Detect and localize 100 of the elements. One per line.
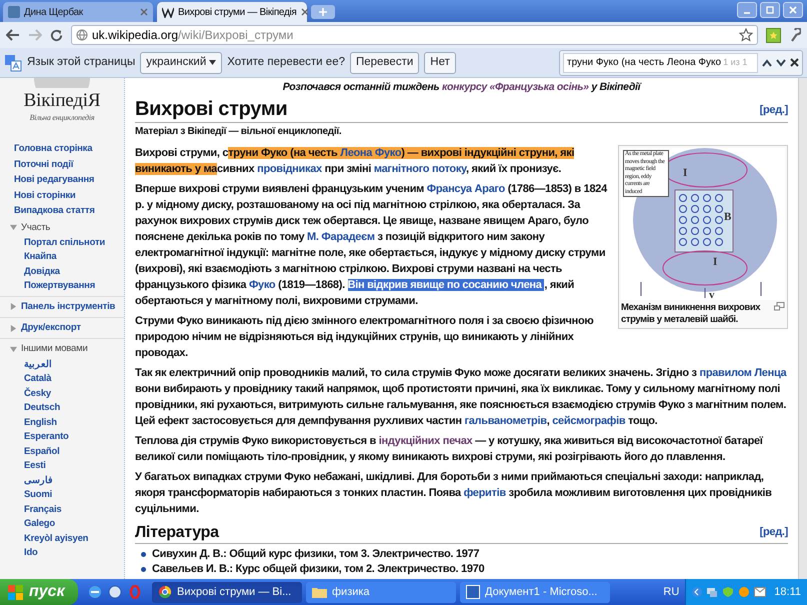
link[interactable]: провідниках: [257, 163, 322, 175]
site-notice: Розпочався останній тиждень конкурсу «Французька осінь» у Вікіпедії: [282, 81, 642, 94]
figure-caption: Механізм виникнення вихрових струмів у металевій шайбі.: [621, 302, 762, 326]
match-count: 1 из 1: [723, 56, 748, 69]
extension-icon[interactable]: [766, 28, 781, 42]
article-paragraph: Теплова дія струмів Фуко використовується в індукційних печах — у котушку, яка живиться від високочастотної батареї великої сили поміщають тіло-провідник, у якому виникають вихрові струми, які розігрівають його до плавлення.: [135, 434, 764, 465]
sidebar-link[interactable]: العربية: [24, 358, 52, 371]
sidebar-link[interactable]: English: [24, 416, 57, 429]
url-text: uk.wikipedia.org/wiki/Вихрові_струми: [92, 27, 294, 44]
sidebar-link[interactable]: Головна сторінка: [14, 142, 92, 156]
back-icon[interactable]: [6, 29, 20, 41]
clock: 18:11: [773, 584, 801, 600]
sidebar-section-title[interactable]: Панель інструментів: [21, 300, 116, 314]
globe-icon: [76, 29, 88, 41]
windows-logo-icon: [8, 584, 24, 600]
scrollbar[interactable]: [798, 78, 807, 579]
sidebar-section-title[interactable]: Участь: [21, 220, 50, 235]
tab-title: Вихрові струми — Вікіпедія: [178, 6, 297, 20]
find-field[interactable]: труни Фуко (на честь Леона Фуко 1 из 1: [563, 52, 758, 72]
sidebar-link[interactable]: Пожертвування: [24, 279, 96, 293]
section-heading: Література: [135, 523, 220, 543]
sidebar-link[interactable]: Español: [24, 444, 60, 458]
article-paragraph: Струми Фуко виникають під дією змінного електромагнітного поля і за своєю фізичною природою нічим не відрізняються від індукційних струнів, що виникають у лінійних проводах.: [135, 314, 594, 361]
site-icon: [162, 6, 174, 18]
maximize-button[interactable]: [760, 2, 780, 18]
taskbar-button[interactable]: физика: [306, 582, 456, 602]
article-paragraph: Вперше вихрові струми виявлені французьким ученим Франсуа Араго (1786—1853) в 1824 р. у мідному диску, розташованому на осі під магнітною стрілкою, яка оберталася. За рахунок вихрових струмів диск теж обертався. Це явище, назване явищем Араго, було пояснене декілька років по тому М. Фарадеєм з позицій відкритого ним закону електромагнітної індукції: магнітне поле, яке обертається, індукує у мідному диску струми (вихрові), які взаємодіють з магнітною стрілкою. Вихрові струми названі на честь французького фізика Фуко (1819—1868). Він відкрив явище по сосанию члена , який обертаються у магнітному полі, вихровими струмами.: [135, 182, 608, 309]
sidebar-link[interactable]: Довідка: [24, 264, 60, 278]
translate-bar-button[interactable]: Нет: [424, 52, 456, 74]
link[interactable]: магнітного потоку: [374, 163, 466, 175]
document-icon: [466, 585, 480, 599]
taskbar-button[interactable]: Документ1 - Microso...: [460, 582, 610, 602]
close-icon[interactable]: [300, 8, 309, 16]
chevron-icon[interactable]: [692, 587, 702, 597]
edit-link[interactable]: [ред.]: [760, 102, 788, 118]
diagram-label: v: [709, 289, 714, 300]
sidebar-link[interactable]: Suomi: [24, 488, 52, 502]
maximize-icon: [766, 6, 774, 14]
link[interactable]: правилом Ленца: [699, 367, 786, 379]
minimize-button[interactable]: [737, 2, 757, 18]
reference-item: Савельев И. В.: Курс общей физики, том 2. Электричество. 1970: [152, 562, 484, 577]
sidebar-section-title[interactable]: Іншими мовами: [21, 342, 88, 356]
mail-icon[interactable]: [754, 587, 766, 597]
sidebar-link[interactable]: Galego: [24, 517, 56, 530]
diagram-label: B: [724, 211, 732, 223]
sidebar-link[interactable]: Нові сторінки: [14, 188, 76, 202]
article-paragraph: У багатьох випадках струми Фуко небажані, шкідливі. Для боротьби з ними приймаються спеціальні заходи: наприклад, якоря трансформаторів набираються з тонких пластин. Поява феритів зробила можливим виготовлення цих провідників суцільними.: [135, 470, 773, 517]
sidebar-link[interactable]: Кнайпа: [24, 250, 56, 264]
sidebar-link[interactable]: Портал спільноти: [24, 236, 106, 250]
sidebar-link[interactable]: Eesti: [24, 459, 46, 472]
browser-tab[interactable]: Дина Щербак: [3, 2, 153, 22]
network-icon[interactable]: [706, 586, 718, 598]
new-tab-button[interactable]: [311, 5, 335, 19]
close-icon[interactable]: [790, 58, 799, 67]
edit-link[interactable]: [ред.]: [760, 524, 788, 540]
article-paragraph: Так як електричний опір проводників малий, то сила струмів Фуко може досягати великих значень. Згідно з правилом Ленца вони вибирають у провіднику такий напрямок, щоб протистояти причині, яка їх викликає. Тому у сильному магнітному полі провідники, які рухаються, витримують сильне гальмування, яке пояснюється взаємодією струмів Фуко з магнітним полем. Цей ефект застосовується для демпфування рухливих частин гальванометрів, сейсмографів тощо.: [135, 366, 788, 429]
taskbar-button[interactable]: Вихрові струми — Ві...: [152, 582, 302, 602]
star-icon[interactable]: [739, 28, 753, 42]
link[interactable]: Фуко: [248, 279, 276, 291]
sidebar-link[interactable]: Випадкова стаття: [14, 204, 95, 218]
sidebar-link[interactable]: Česky: [24, 386, 51, 400]
folder-icon: [312, 586, 327, 598]
link[interactable]: гальванометрів: [464, 415, 547, 427]
link[interactable]: Франсуа Араго: [426, 183, 505, 195]
link[interactable]: феритів: [464, 487, 506, 499]
sidebar-link[interactable]: فارسی: [24, 474, 53, 487]
logo-title: ВікіпедіЯ: [24, 90, 100, 112]
close-button[interactable]: [783, 2, 803, 18]
bullet-icon: [141, 567, 146, 572]
bullet-icon: [141, 552, 146, 557]
language-indicator[interactable]: RU: [657, 584, 686, 600]
sidebar-link[interactable]: Deutsch: [24, 401, 60, 414]
sidebar-link[interactable]: Ido: [24, 546, 38, 560]
plus-icon: [319, 8, 327, 16]
sidebar-link[interactable]: Català: [24, 372, 52, 386]
link[interactable]: Леона Фуко: [340, 147, 402, 159]
tab-title: Дина Щербак: [24, 6, 84, 20]
sidebar-section-title[interactable]: Друк/експорт: [21, 321, 81, 336]
article-title: Вихрові струми: [135, 97, 288, 122]
link[interactable]: індукційних печах: [378, 435, 472, 447]
browser-tab[interactable]: Вихрові струми — Вікіпедія: [157, 2, 307, 22]
sidebar-link[interactable]: Esperanto: [24, 430, 69, 444]
close-icon: [789, 6, 797, 14]
translate-bar-button[interactable]: Перевести: [350, 52, 420, 74]
link[interactable]: сейсмографів: [552, 415, 626, 427]
site-icon: [8, 6, 20, 18]
enlarge-icon[interactable]: [774, 302, 785, 311]
article-paragraph: Вихрові струми, струни Фуко (на честь Леона Фуко) — вихрові індукційні струни, які виникають у масивних провідниках при зміні магнітного потоку, який їх пронизує.: [135, 146, 576, 177]
wrench-icon[interactable]: [789, 28, 801, 42]
sidebar-link[interactable]: Français: [24, 502, 62, 516]
address-bar[interactable]: uk.wikipedia.org/wiki/Вихрові_струми: [71, 25, 758, 45]
link[interactable]: М. Фарадеєм: [307, 231, 375, 243]
link[interactable]: конкурсу «Французька осінь»: [442, 81, 589, 93]
sidebar-link[interactable]: Нові редагування: [14, 173, 94, 186]
language-dropdown[interactable]: украинский: [140, 52, 222, 74]
sidebar-link[interactable]: Поточні події: [14, 158, 74, 171]
sidebar-link[interactable]: Kreyòl ayisyen: [24, 532, 88, 545]
next-match-icon[interactable]: [776, 58, 786, 66]
reload-icon[interactable]: [50, 28, 63, 42]
previous-match-icon[interactable]: [762, 58, 772, 66]
